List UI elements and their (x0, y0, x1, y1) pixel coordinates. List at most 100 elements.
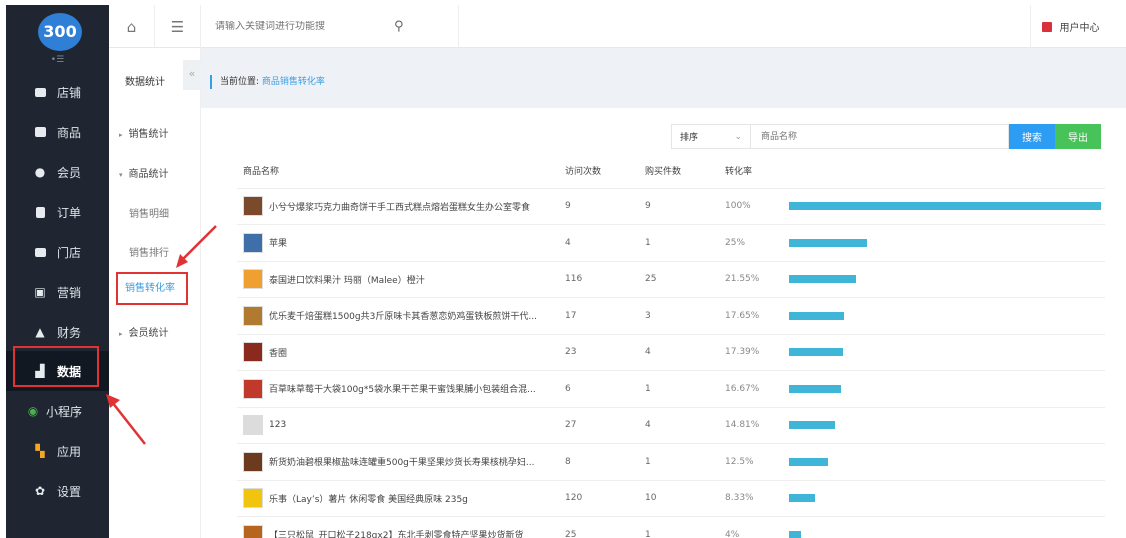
sidebar-item-shop[interactable]: 门店 (6, 232, 109, 272)
sidebar-item-miniprogram[interactable]: ◉ 小程序 (6, 391, 109, 431)
cell-purchases: 25 (639, 261, 719, 298)
top-header: ⌂ ☰ ⚲ 用户中心 (109, 5, 1126, 48)
column-header-rate[interactable]: 转化率 (719, 154, 783, 189)
sidebar-item-marketing[interactable]: ▣ 营销 (6, 272, 109, 312)
table-row[interactable]: 百草味草莓干大袋100g*5袋水果干芒果干蜜饯果脯小包装组合混... 6 1 16.6… (237, 370, 1105, 408)
miniprogram-icon: ◉ (27, 404, 39, 418)
table-row[interactable]: 小兮兮爆浆巧克力曲奇饼干手工西式糕点熔岩蛋糕女生办公室零食 9 9 100% (237, 188, 1105, 225)
subnav-item-sales-detail[interactable]: 销售明细 (129, 205, 169, 220)
cell-product: 苹果 (237, 224, 559, 262)
global-search-input[interactable] (215, 21, 390, 32)
sidebar-collapse-toggle[interactable]: •☰ (6, 55, 109, 65)
cell-purchases: 3 (639, 297, 719, 335)
sidebar-item-label: 订单 (57, 205, 82, 220)
breadcrumb-current[interactable]: 商品销售转化率 (262, 77, 325, 87)
global-search: ⚲ (201, 5, 459, 48)
subnav-group-goods[interactable]: ▾ 商品统计 (119, 165, 169, 180)
table-row[interactable]: 优乐麦千焙蛋糕1500g共3斤原味卡其香葱恋奶鸡蛋铁板煎饼干代... 17 3 17.… (237, 297, 1105, 335)
cell-rate-bar (783, 334, 1105, 371)
cell-purchases: 1 (639, 224, 719, 262)
cell-purchases: 1 (639, 370, 719, 408)
sidebar-item-store[interactable]: 店铺 (6, 72, 109, 112)
product-name[interactable]: 【三只松鼠_开口松子218gx2】东北手剥零食特产坚果炒货新货 (269, 528, 523, 538)
product-name[interactable]: 苹果 (269, 236, 287, 249)
cell-rate: 12.5% (719, 443, 783, 481)
table-row[interactable]: 乐事（Lay’s）薯片 休闲零食 美国经典原味 235g 120 10 8.33% (237, 480, 1105, 517)
sidebar-item-order[interactable]: 订单 (6, 192, 109, 232)
product-name[interactable]: 新货奶油碧根果椒盐味连罐重500g干果坚果炒货长寿果核桃孕妇... (269, 455, 534, 468)
sort-select[interactable]: 排序 ⌄ (671, 124, 751, 149)
cell-rate-bar (783, 188, 1105, 225)
subnav-item-conversion-rate[interactable]: 销售转化率 (116, 272, 188, 305)
product-thumbnail (243, 269, 263, 290)
caret-right-icon: ▸ (119, 131, 123, 139)
product-name[interactable]: 百草味草莓干大袋100g*5袋水果干芒果干蜜饯果脯小包装组合混... (269, 382, 536, 395)
product-name[interactable]: 泰国进口饮料果汁 玛丽（Malee）橙汁 (269, 273, 425, 286)
menu-toggle-button[interactable]: ☰ (155, 5, 201, 48)
product-name[interactable]: 优乐麦千焙蛋糕1500g共3斤原味卡其香葱恋奶鸡蛋铁板煎饼干代... (269, 309, 537, 322)
subnav-group-sales[interactable]: ▸ 销售统计 (119, 125, 169, 140)
cell-purchases: 9 (639, 188, 719, 225)
cell-visits: 23 (559, 334, 639, 371)
cell-visits: 9 (559, 188, 639, 225)
table-row[interactable]: 新货奶油碧根果椒盐味连罐重500g干果坚果炒货长寿果核桃孕妇... 8 1 12.5% (237, 443, 1105, 481)
product-name[interactable]: 乐事（Lay’s）薯片 休闲零食 美国经典原味 235g (269, 492, 468, 505)
cell-purchases: 1 (639, 516, 719, 538)
product-name[interactable]: 123 (269, 420, 286, 430)
table-row[interactable]: 123 27 4 14.81% (237, 407, 1105, 444)
cell-rate: 17.65% (719, 297, 783, 335)
rate-bar-track (789, 384, 1101, 393)
column-header-product[interactable]: 商品名称 (237, 154, 559, 189)
cell-rate: 21.55% (719, 261, 783, 298)
table-row[interactable]: 【三只松鼠_开口松子218gx2】东北手剥零食特产坚果炒货新货 25 1 4% (237, 516, 1105, 538)
sidebar-item-label: 小程序 (46, 404, 83, 419)
product-cell: 123 (243, 415, 559, 436)
product-cell: 新货奶油碧根果椒盐味连罐重500g干果坚果炒货长寿果核桃孕妇... (243, 451, 559, 472)
product-name[interactable]: 香圈 (269, 346, 287, 359)
rate-bar (789, 202, 1101, 211)
cell-product: 乐事（Lay’s）薯片 休闲零食 美国经典原味 235g (237, 480, 559, 517)
cell-purchases: 1 (639, 443, 719, 481)
sidebar-item-member[interactable]: ● 会员 (6, 152, 109, 192)
table-row[interactable]: 香圈 23 4 17.39% (237, 334, 1105, 371)
subnav-group-member[interactable]: ▸ 会员统计 (119, 324, 169, 339)
subnav-group-label: 商品统计 (128, 169, 169, 180)
cell-product: 香圈 (237, 334, 559, 371)
user-center-button[interactable]: 用户中心 (1030, 5, 1110, 48)
order-icon (33, 205, 47, 219)
app-logo[interactable]: 300 (38, 13, 82, 51)
home-button[interactable]: ⌂ (109, 5, 155, 48)
cell-rate-bar (783, 407, 1105, 444)
cell-rate-bar (783, 516, 1105, 538)
product-name-input[interactable] (751, 124, 1009, 149)
rate-bar-track (789, 311, 1101, 320)
cell-rate: 14.81% (719, 407, 783, 444)
sort-select-value: 排序 (680, 133, 699, 143)
column-header-visits[interactable]: 访问次数 (559, 154, 639, 189)
search-icon[interactable]: ⚲ (394, 19, 404, 34)
sidebar-item-settings[interactable]: ✿ 设置 (6, 471, 109, 511)
product-thumbnail (243, 451, 263, 472)
store-icon (33, 85, 47, 99)
caret-down-icon: ▾ (119, 171, 123, 179)
sidebar-item-apps[interactable]: ▚ 应用 (6, 431, 109, 471)
table-row[interactable]: 苹果 4 1 25% (237, 224, 1105, 262)
cell-rate: 8.33% (719, 480, 783, 517)
caret-right-icon: ▸ (119, 330, 123, 338)
rate-bar-track (789, 421, 1101, 430)
subnav-title: 数据统计 (125, 77, 165, 88)
cell-product: 新货奶油碧根果椒盐味连罐重500g干果坚果炒货长寿果核桃孕妇... (237, 443, 559, 481)
subnav-collapse-button[interactable]: « (183, 60, 201, 90)
search-button[interactable]: 搜索 (1009, 124, 1055, 149)
table-row[interactable]: 泰国进口饮料果汁 玛丽（Malee）橙汁 116 25 21.55% (237, 261, 1105, 298)
product-name[interactable]: 小兮兮爆浆巧克力曲奇饼干手工西式糕点熔岩蛋糕女生办公室零食 (269, 200, 530, 213)
export-button[interactable]: 导出 (1055, 124, 1101, 149)
rate-bar (789, 311, 845, 320)
cell-rate-bar (783, 261, 1105, 298)
sidebar-item-label: 应用 (57, 444, 82, 459)
cell-visits: 120 (559, 480, 639, 517)
column-header-purchases[interactable]: 购买件数 (639, 154, 719, 189)
sidebar-item-label: 营销 (57, 285, 82, 300)
sidebar-item-goods[interactable]: 商品 (6, 112, 109, 152)
subnav-item-sales-rank[interactable]: 销售排行 (129, 244, 169, 259)
